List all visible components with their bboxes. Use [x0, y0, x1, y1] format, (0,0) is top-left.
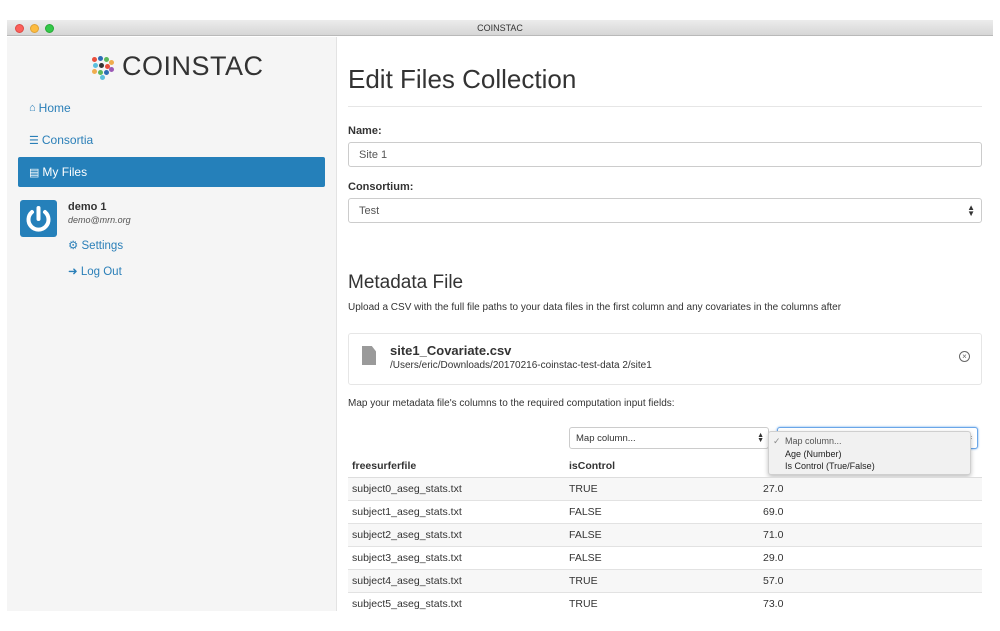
user-email: demo@mrn.org — [68, 215, 131, 225]
list-icon: ☰ — [29, 134, 39, 147]
sidebar-item-my-files[interactable]: ▤ My Files — [18, 157, 325, 187]
table-cell: 29.0 — [759, 545, 982, 569]
column-header — [759, 450, 982, 478]
consortium-select-value: Test — [359, 204, 380, 217]
name-field[interactable]: Site 1 — [348, 142, 982, 167]
settings-label: Settings — [81, 240, 124, 252]
metadata-file-card: site1_Covariate.csv /Users/eric/Download… — [348, 333, 982, 385]
table-cell: subject1_aseg_stats.txt — [348, 499, 565, 523]
coinstac-logo-icon — [92, 55, 114, 80]
table-row: subject4_aseg_stats.txt TRUE 57.0 — [348, 568, 982, 592]
table-cell: subject0_aseg_stats.txt — [348, 476, 565, 500]
map-column-select-iscontrol[interactable]: Map column... ▲ ▼ — [569, 427, 769, 449]
table-cell: FALSE — [565, 545, 759, 569]
metadata-title: Metadata File — [348, 272, 464, 293]
table-cell: TRUE — [565, 568, 759, 592]
table-cell: subject2_aseg_stats.txt — [348, 522, 565, 546]
file-path: /Users/eric/Downloads/20170216-coinstac-… — [390, 360, 652, 371]
table-row: subject2_aseg_stats.txt FALSE 71.0 — [348, 522, 982, 546]
table-cell: TRUE — [565, 476, 759, 500]
table-cell: 69.0 — [759, 499, 982, 523]
table-cell: TRUE — [565, 591, 759, 615]
home-icon: ⌂ — [29, 102, 36, 114]
metadata-description: Upload a CSV with the full file paths to… — [348, 302, 842, 313]
select-arrows-icon: ▲▼ — [757, 432, 764, 444]
sidebar-item-label: Consortia — [41, 133, 94, 147]
name-field-value: Site 1 — [359, 148, 388, 161]
table-cell: subject4_aseg_stats.txt — [348, 568, 565, 592]
window-close-button[interactable] — [15, 24, 24, 33]
settings-link[interactable]: ⚙ Settings — [68, 238, 123, 252]
table-cell: 71.0 — [759, 522, 982, 546]
table-header-row: freesurferfile isControl — [348, 450, 982, 478]
window-maximize-button[interactable] — [45, 24, 54, 33]
sidebar: COINSTAC ⌂ Home ☰ Consortia ▤ My Files d… — [7, 37, 337, 611]
map-description: Map your metadata file's columns to the … — [348, 398, 675, 409]
logout-icon: ➜ — [68, 266, 78, 278]
remove-file-icon[interactable]: × — [959, 351, 970, 362]
table-row: subject3_aseg_stats.txt FALSE 29.0 — [348, 545, 982, 569]
map-column-select-value: Map column... — [576, 432, 636, 444]
title-bar: COINSTAC — [7, 20, 993, 36]
column-header: freesurferfile — [348, 450, 565, 478]
file-icon — [362, 346, 376, 365]
table-cell: FALSE — [565, 499, 759, 523]
table-cell: FALSE — [565, 522, 759, 546]
sidebar-item-home[interactable]: ⌂ Home — [18, 93, 325, 123]
table-row: subject0_aseg_stats.txt TRUE 27.0 — [348, 476, 982, 500]
logout-link[interactable]: ➜ Log Out — [68, 264, 122, 278]
table-row: subject5_aseg_stats.txt TRUE 73.0 — [348, 591, 982, 615]
window-minimize-button[interactable] — [30, 24, 39, 33]
main-content: Edit Files Collection Name: Site 1 Conso… — [338, 37, 993, 615]
name-label: Name: — [348, 125, 382, 137]
consortium-select[interactable]: Test ▲ ▼ — [348, 198, 982, 223]
file-list-icon: ▤ — [29, 166, 40, 179]
consortium-label: Consortium: — [348, 181, 414, 193]
avatar — [20, 200, 57, 237]
table-cell: 73.0 — [759, 591, 982, 615]
gear-icon: ⚙ — [68, 240, 79, 252]
table-cell: subject3_aseg_stats.txt — [348, 545, 565, 569]
divider — [348, 106, 982, 107]
table-cell: subject5_aseg_stats.txt — [348, 591, 565, 615]
sidebar-item-label: Home — [38, 101, 71, 115]
brand-name: COINSTAC — [122, 51, 264, 81]
table-row: subject1_aseg_stats.txt FALSE 69.0 — [348, 499, 982, 523]
sidebar-item-label: My Files — [42, 165, 88, 179]
user-name: demo 1 — [68, 201, 107, 213]
dropdown-option[interactable]: Map column... — [785, 436, 842, 446]
brand-logo: COINSTAC — [92, 51, 264, 82]
sidebar-item-consortia[interactable]: ☰ Consortia — [18, 125, 325, 155]
window-title: COINSTAC — [477, 23, 523, 33]
logout-label: Log Out — [80, 266, 122, 278]
checkmark-icon: ✓ — [773, 436, 781, 446]
column-header: isControl — [565, 450, 759, 478]
file-name: site1_Covariate.csv — [390, 343, 512, 358]
metadata-table: freesurferfile isControl subject0_aseg_s… — [348, 450, 982, 615]
select-arrows-icon: ▲▼ — [967, 203, 975, 218]
page-title: Edit Files Collection — [348, 64, 577, 94]
table-cell: 27.0 — [759, 476, 982, 500]
power-icon — [26, 206, 51, 232]
table-cell: 57.0 — [759, 568, 982, 592]
